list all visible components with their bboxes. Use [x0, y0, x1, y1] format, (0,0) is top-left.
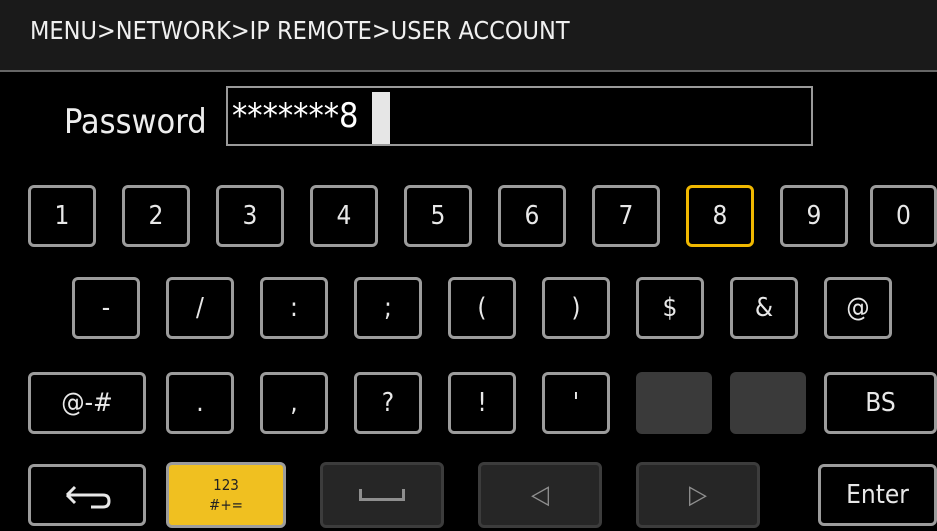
left-arrow-icon: ◁: [531, 480, 549, 510]
key-blank: [636, 372, 712, 434]
key-symbols-toggle[interactable]: @-#: [28, 372, 146, 434]
key-3[interactable]: 3: [216, 185, 284, 247]
key-ampersand[interactable]: &: [730, 277, 798, 339]
title-bar: MENU>NETWORK>IP REMOTE>USER ACCOUNT: [0, 0, 937, 72]
enter-button[interactable]: Enter: [818, 464, 937, 526]
key-blank: [730, 372, 806, 434]
key-5[interactable]: 5: [404, 185, 472, 247]
key-semicolon[interactable]: ;: [354, 277, 422, 339]
key-dollar[interactable]: $: [636, 277, 704, 339]
key-8[interactable]: 8: [686, 185, 754, 247]
key-apostrophe[interactable]: ': [542, 372, 610, 434]
key-comma[interactable]: ,: [260, 372, 328, 434]
key-hyphen[interactable]: -: [72, 277, 140, 339]
key-colon[interactable]: :: [260, 277, 328, 339]
breadcrumb: MENU>NETWORK>IP REMOTE>USER ACCOUNT: [30, 16, 570, 45]
return-arrow-icon: [65, 485, 111, 509]
key-at[interactable]: @: [824, 277, 892, 339]
key-exclamation[interactable]: !: [448, 372, 516, 434]
password-field[interactable]: *******8: [226, 86, 813, 146]
key-slash[interactable]: /: [166, 277, 234, 339]
mode-toggle-button[interactable]: 123 #+=: [166, 462, 286, 528]
mode-label-bottom: #+=: [209, 496, 243, 514]
key-question[interactable]: ?: [354, 372, 422, 434]
key-backspace[interactable]: BS: [824, 372, 937, 434]
right-arrow-icon: ▷: [689, 480, 707, 510]
password-label: Password: [64, 102, 207, 142]
key-6[interactable]: 6: [498, 185, 566, 247]
key-2[interactable]: 2: [122, 185, 190, 247]
key-9[interactable]: 9: [780, 185, 848, 247]
key-left-paren[interactable]: (: [448, 277, 516, 339]
back-button[interactable]: [28, 464, 146, 526]
key-0[interactable]: 0: [870, 185, 937, 247]
key-4[interactable]: 4: [310, 185, 378, 247]
cursor-right-button[interactable]: ▷: [636, 462, 760, 528]
mode-label-top: 123: [213, 476, 239, 494]
key-1[interactable]: 1: [28, 185, 96, 247]
cursor-left-button[interactable]: ◁: [478, 462, 602, 528]
space-bar-icon: [359, 489, 405, 501]
key-right-paren[interactable]: ): [542, 277, 610, 339]
password-value: *******8: [232, 96, 359, 136]
key-period[interactable]: .: [166, 372, 234, 434]
key-7[interactable]: 7: [592, 185, 660, 247]
space-button[interactable]: [320, 462, 444, 528]
text-cursor: [372, 92, 390, 144]
